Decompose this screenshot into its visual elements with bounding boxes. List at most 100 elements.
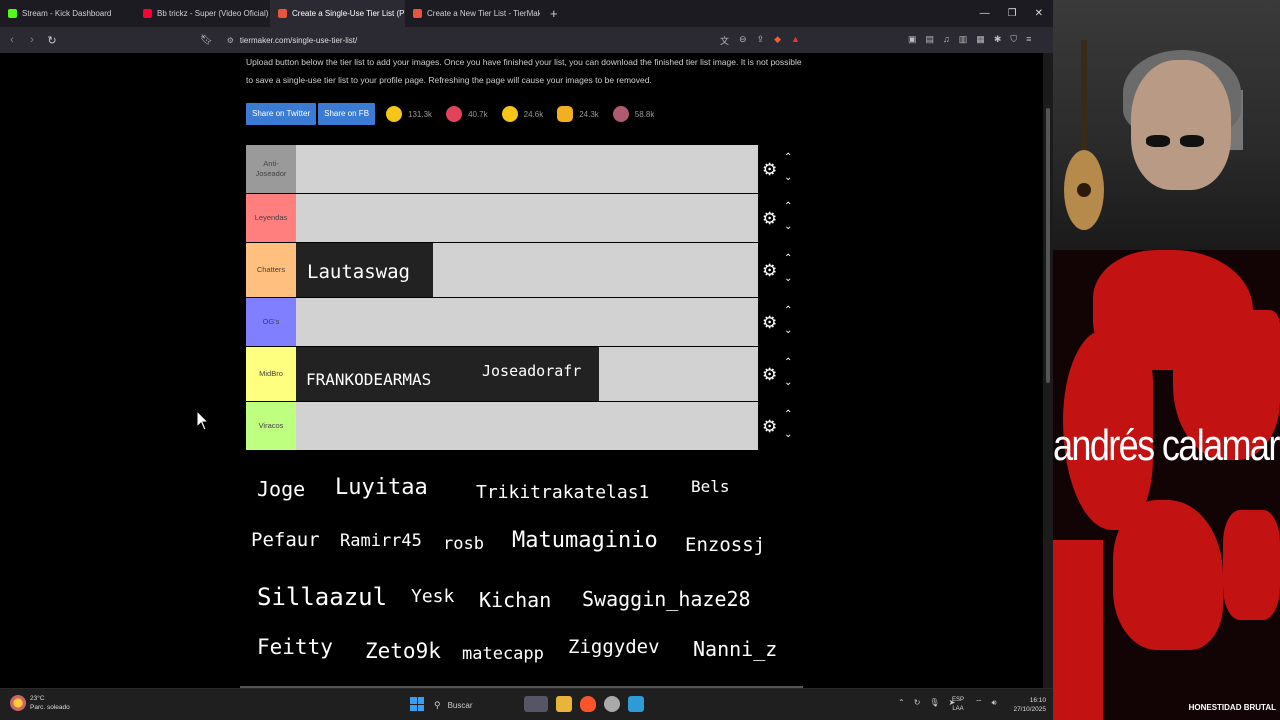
- tab-new-tier-list[interactable]: Create a New Tier List - TierMaker: [405, 0, 540, 27]
- wallet-icon[interactable]: ▦: [976, 34, 985, 45]
- tier-dropzone[interactable]: [296, 298, 758, 346]
- pool-item[interactable]: Luyitaa: [335, 475, 428, 500]
- tier-item[interactable]: Lautaswag: [296, 243, 433, 297]
- move-down-icon[interactable]: ⌄: [784, 326, 792, 336]
- pool-item[interactable]: Feitty: [257, 635, 333, 659]
- taskbar-search[interactable]: ⚲ Buscar: [434, 694, 518, 716]
- gear-icon[interactable]: ⚙: [762, 366, 777, 383]
- pool-item[interactable]: Enzossj: [685, 534, 765, 556]
- pool-item[interactable]: Nanni_z: [693, 637, 777, 661]
- address-bar[interactable]: 🔖︎ ⚙︎ tiermaker.com/single-use-tier-list…: [200, 31, 810, 49]
- chevron-up-icon[interactable]: ⌃: [898, 698, 905, 707]
- scrollbar-thumb[interactable]: [1046, 108, 1050, 383]
- brave-browser-icon[interactable]: [580, 696, 596, 712]
- pool-item[interactable]: matecapp: [462, 644, 544, 664]
- tab-search-icon[interactable]: ▤: [926, 34, 935, 45]
- sidebar-icon[interactable]: ▥: [959, 34, 968, 45]
- page-scrollbar[interactable]: [1043, 53, 1053, 688]
- microphone-icon[interactable]: 🎙︎: [929, 698, 939, 707]
- pool-item[interactable]: Pefaur: [251, 529, 320, 551]
- pool-item[interactable]: Swaggin_haze28: [582, 587, 751, 611]
- file-explorer-icon[interactable]: [556, 696, 572, 712]
- gear-icon[interactable]: ⚙: [762, 161, 777, 178]
- pool-item[interactable]: Matumaginio: [512, 528, 658, 553]
- move-down-icon[interactable]: ⌄: [784, 222, 792, 232]
- move-up-icon[interactable]: ⌃: [784, 254, 792, 264]
- notepad-icon[interactable]: [628, 696, 644, 712]
- reaction-heart-eyes[interactable]: 40.7k: [446, 106, 488, 122]
- gear-icon[interactable]: ⚙: [762, 418, 777, 435]
- share-icon[interactable]: ⇪: [757, 34, 765, 47]
- share-fb-button[interactable]: Share on FB: [318, 103, 376, 125]
- move-up-icon[interactable]: ⌃: [784, 153, 792, 163]
- gear-icon[interactable]: ⚙: [762, 314, 777, 331]
- move-up-icon[interactable]: ⌃: [784, 358, 792, 368]
- language-indicator[interactable]: ESP LAA: [952, 696, 964, 714]
- brave-shields-icon[interactable]: ◆: [774, 34, 781, 47]
- maximize-icon[interactable]: ❐: [1008, 8, 1017, 19]
- move-down-icon[interactable]: ⌄: [784, 173, 792, 183]
- brave-rewards-icon[interactable]: ▲: [791, 34, 800, 47]
- tier-label[interactable]: Viracos: [246, 402, 296, 450]
- tier-dropzone[interactable]: [296, 402, 758, 450]
- tab-youtube-video[interactable]: Bb trickz - Super (Video Oficial): [135, 0, 270, 27]
- pool-item[interactable]: Yesk: [411, 586, 454, 607]
- move-up-icon[interactable]: ⌃: [784, 202, 792, 212]
- move-up-icon[interactable]: ⌃: [784, 306, 792, 316]
- puzzle-icon[interactable]: ✱: [994, 34, 1002, 45]
- tier-dropzone[interactable]: Lautaswag: [296, 243, 758, 297]
- new-tab-button[interactable]: +: [540, 6, 568, 21]
- vpn-icon[interactable]: ⛉: [1010, 34, 1017, 45]
- pool-item[interactable]: Sillaazul: [257, 583, 387, 611]
- reaction-clapping[interactable]: 24.3k: [557, 106, 599, 122]
- reload-icon[interactable]: ↻: [44, 34, 60, 47]
- move-up-icon[interactable]: ⌃: [784, 410, 792, 420]
- tier-item[interactable]: FRANKODEARMAS: [296, 347, 467, 401]
- menu-icon[interactable]: ≡: [1026, 34, 1031, 45]
- move-down-icon[interactable]: ⌄: [784, 430, 792, 440]
- share-twitter-button[interactable]: Share on Twitter: [246, 103, 317, 125]
- tier-label[interactable]: Chatters: [246, 243, 296, 297]
- sync-icon[interactable]: ↻: [914, 698, 921, 707]
- move-down-icon[interactable]: ⌄: [784, 378, 792, 388]
- volume-icon[interactable]: 🔊︎: [992, 698, 997, 708]
- pool-item[interactable]: Bels: [691, 477, 730, 496]
- gear-icon[interactable]: ⚙: [762, 210, 777, 227]
- pool-item[interactable]: rosb: [443, 534, 484, 554]
- pool-item[interactable]: Trikitrakatelas1: [476, 482, 649, 503]
- pool-item[interactable]: Ramirr45: [340, 531, 422, 551]
- app-icon[interactable]: [604, 696, 620, 712]
- site-info-icon[interactable]: ⚙︎: [227, 36, 234, 45]
- tier-dropzone[interactable]: [296, 194, 758, 242]
- reaction-grinning[interactable]: 131.3k: [386, 106, 432, 122]
- music-icon[interactable]: ♫: [943, 34, 950, 45]
- tier-item[interactable]: Joseadorafr: [467, 347, 599, 401]
- pool-item[interactable]: Kichan: [479, 588, 551, 612]
- tier-label[interactable]: Anti-Joseador: [246, 145, 296, 193]
- reaction-poop[interactable]: 58.8k: [612, 106, 654, 122]
- wifi-icon[interactable]: ⌔: [975, 698, 983, 708]
- tab-single-use-tier-list[interactable]: Create a Single-Use Tier List (Pri... ✕: [270, 0, 405, 27]
- translate-icon[interactable]: 文: [720, 34, 729, 47]
- move-down-icon[interactable]: ⌄: [784, 274, 792, 284]
- windows-start-icon[interactable]: [410, 697, 424, 711]
- weather-widget[interactable]: 23°C Parc. soleado: [10, 694, 70, 712]
- forward-icon[interactable]: ›: [24, 34, 40, 46]
- tier-label[interactable]: Leyendas: [246, 194, 296, 242]
- extension-icon[interactable]: ▣: [908, 34, 917, 45]
- pool-item[interactable]: Joge: [257, 477, 305, 501]
- close-window-icon[interactable]: ✕: [1035, 8, 1043, 19]
- tier-dropzone[interactable]: [296, 145, 758, 193]
- gear-icon[interactable]: ⚙: [762, 262, 777, 279]
- reaction-laughing[interactable]: 24.6k: [501, 106, 543, 122]
- widget-icon[interactable]: [524, 696, 548, 712]
- bookmark-icon[interactable]: 🔖︎: [200, 35, 213, 46]
- taskbar-clock[interactable]: 16:10 27/10/2025: [1004, 696, 1046, 714]
- minimize-icon[interactable]: —: [980, 8, 990, 19]
- tab-kick-dashboard[interactable]: Stream - Kick Dashboard: [0, 0, 135, 27]
- pool-item[interactable]: Ziggydev: [568, 636, 660, 658]
- pool-item[interactable]: Zeto9k: [365, 639, 441, 663]
- tier-label[interactable]: MidBro: [246, 347, 296, 401]
- zoom-icon[interactable]: ⊖: [739, 34, 747, 47]
- tier-dropzone[interactable]: FRANKODEARMAS Joseadorafr: [296, 347, 758, 401]
